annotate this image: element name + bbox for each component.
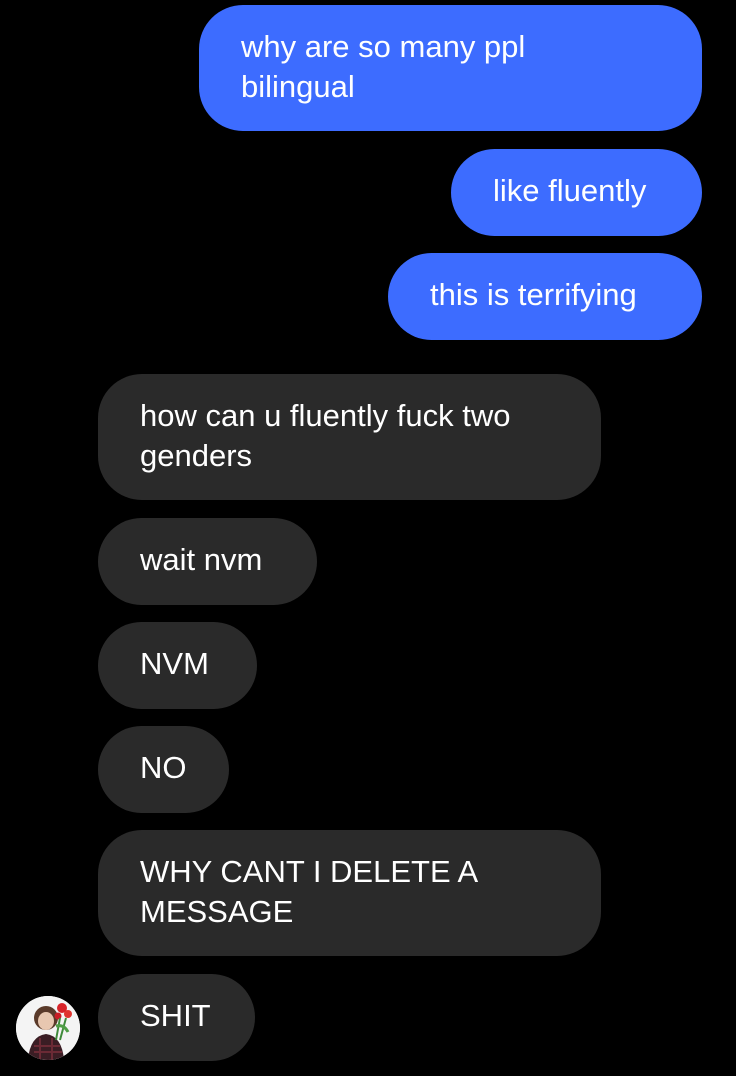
message-text: this is terrifying [430, 277, 637, 312]
sent-message-bubble[interactable]: like fluently [451, 149, 702, 236]
received-message-bubble[interactable]: how can u fluently fuck two genders [98, 374, 601, 500]
received-message-bubble[interactable]: WHY CANT I DELETE A MESSAGE [98, 830, 601, 956]
received-message-bubble[interactable]: wait nvm [98, 518, 317, 605]
message-text: wait nvm [140, 542, 263, 577]
received-message-bubble[interactable]: SHIT [98, 974, 255, 1061]
received-message-bubble[interactable]: NO [98, 726, 229, 813]
message-text: WHY CANT I DELETE A MESSAGE [140, 854, 479, 929]
sent-message-bubble[interactable]: this is terrifying [388, 253, 702, 340]
user-avatar-photo-icon [16, 996, 80, 1060]
contact-avatar[interactable] [16, 996, 80, 1060]
message-text: like fluently [493, 173, 647, 208]
message-text: why are so many ppl bilingual [241, 29, 526, 104]
message-text: SHIT [140, 998, 211, 1033]
message-text: NVM [140, 646, 209, 681]
sent-message-bubble[interactable]: why are so many ppl bilingual [199, 5, 702, 131]
message-text: how can u fluently fuck two genders [140, 398, 511, 473]
message-text: NO [140, 750, 187, 785]
received-message-bubble[interactable]: NVM [98, 622, 257, 709]
